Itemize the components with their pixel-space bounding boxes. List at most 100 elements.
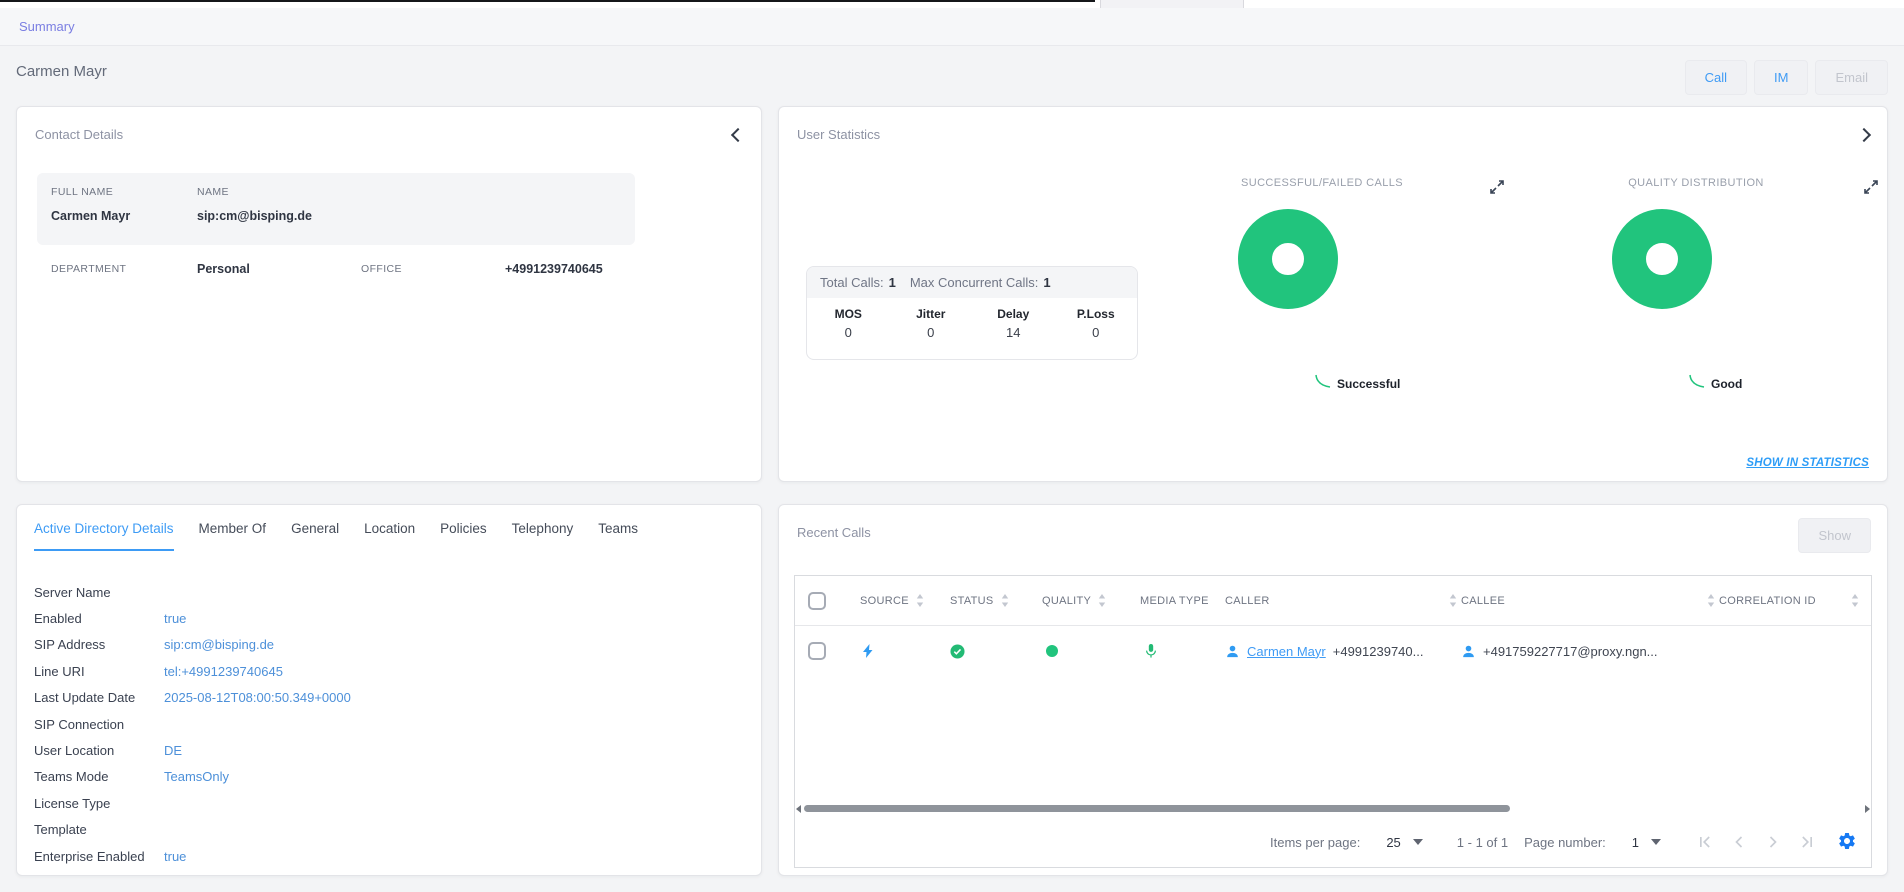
sort-icon — [1707, 594, 1715, 607]
items-per-page-label: Items per page: — [1270, 835, 1360, 850]
donut-label-successful: Successful — [1337, 377, 1400, 391]
office-label: OFFICE — [361, 263, 505, 275]
jitter-label: Jitter — [890, 307, 973, 321]
table-row[interactable]: Carmen Mayr +4991239740... +491759227717… — [795, 626, 1871, 676]
callee-address: +491759227717@proxy.ngn... — [1483, 644, 1658, 659]
previous-page-button[interactable] — [1729, 832, 1749, 852]
callout-line — [1687, 374, 1709, 390]
ploss-value: 0 — [1055, 325, 1138, 340]
range-indicator: 1 - 1 of 1 — [1457, 835, 1508, 850]
scroll-right-arrow-icon[interactable] — [1865, 805, 1870, 813]
quality-metrics: MOS0 Jitter0 Delay14 P.Loss0 — [807, 298, 1137, 360]
expand-chart-icon[interactable] — [1489, 179, 1505, 195]
contact-details-card: Contact Details FULL NAME Carmen Mayr NA… — [16, 106, 762, 482]
call-button[interactable]: Call — [1685, 60, 1747, 95]
status-success-icon — [950, 644, 965, 659]
chevron-left-icon — [731, 128, 745, 142]
pagination-bar: Items per page: 25 1 - 1 of 1 Page numbe… — [795, 817, 1871, 867]
quality-good-dot-icon — [1046, 645, 1058, 657]
chart-title: QUALITY DISTRIBUTION — [1551, 177, 1841, 189]
microphone-icon — [1144, 643, 1158, 659]
column-header-status[interactable]: STATUS — [931, 594, 1023, 607]
contact-primary-box: FULL NAME Carmen Mayr NAME sip:cm@bispin… — [37, 173, 635, 245]
details-tab-bar: Active Directory Details Member Of Gener… — [34, 521, 638, 551]
field-label: Line URI — [34, 664, 164, 679]
top-edge-line — [0, 0, 1095, 2]
table-header-row: SOURCE STATUS QUALITY MEDIA TYPE CALLER … — [795, 576, 1871, 626]
column-header-caller[interactable]: CALLER — [1221, 594, 1457, 607]
successful-failed-calls-chart: SUCCESSFUL/FAILED CALLS Successful — [1177, 177, 1467, 437]
field-row: Enabledtrue — [34, 605, 747, 631]
user-details-card: Active Directory Details Member Of Gener… — [16, 504, 762, 876]
delay-value: 14 — [972, 325, 1055, 340]
first-page-button[interactable] — [1695, 832, 1715, 852]
select-all-checkbox[interactable] — [808, 592, 826, 610]
page-number-value[interactable]: 1 — [1632, 835, 1639, 850]
field-label: Enabled — [34, 611, 164, 626]
field-label: SIP Address — [34, 637, 164, 652]
field-row: Template — [34, 817, 747, 843]
im-button[interactable]: IM — [1754, 60, 1808, 95]
recent-calls-table: SOURCE STATUS QUALITY MEDIA TYPE CALLER … — [794, 575, 1872, 868]
field-value: tel:+4991239740645 — [164, 664, 283, 679]
scroll-left-arrow-icon[interactable] — [796, 805, 801, 813]
show-button[interactable]: Show — [1798, 518, 1871, 553]
recent-calls-card: Recent Calls Show SOURCE STATUS QUALITY … — [778, 504, 1888, 876]
tab-policies[interactable]: Policies — [440, 521, 487, 551]
next-page-button[interactable] — [1763, 832, 1783, 852]
office-value: +4991239740645 — [505, 262, 603, 276]
user-statistics-card: User Statistics Total Calls: 1 Max Concu… — [778, 106, 1888, 482]
sort-icon — [1449, 594, 1457, 607]
table-settings-gear-icon[interactable] — [1837, 831, 1857, 854]
tab-telephony[interactable]: Telephony — [512, 521, 574, 551]
field-label: Template — [34, 822, 164, 837]
collapse-panel-button[interactable] — [733, 127, 743, 145]
quality-distribution-chart: QUALITY DISTRIBUTION Good — [1551, 177, 1841, 437]
items-per-page-caret-icon[interactable] — [1413, 839, 1423, 845]
field-label: Last Update Date — [34, 690, 164, 705]
page-title-user-name: Carmen Mayr — [16, 63, 107, 80]
field-label: Teams Mode — [34, 769, 164, 784]
header-actions: Call IM Email — [1685, 60, 1888, 95]
field-row: SIP Connection — [34, 711, 747, 737]
items-per-page-value[interactable]: 25 — [1386, 835, 1400, 850]
scrollbar-thumb[interactable] — [804, 805, 1510, 812]
jitter-value: 0 — [890, 325, 973, 340]
tab-active-directory-details[interactable]: Active Directory Details — [34, 521, 174, 551]
sort-icon — [1851, 594, 1859, 607]
column-header-media-type[interactable]: MEDIA TYPE — [1121, 595, 1221, 607]
tab-general[interactable]: General — [291, 521, 339, 551]
delay-label: Delay — [972, 307, 1055, 321]
field-value: true — [164, 611, 186, 626]
column-header-source[interactable]: SOURCE — [841, 594, 931, 607]
max-concurrent-value: 1 — [1043, 275, 1050, 290]
callout-line — [1313, 374, 1335, 390]
person-icon — [1461, 644, 1476, 659]
email-button[interactable]: Email — [1815, 60, 1888, 95]
column-header-callee[interactable]: CALLEE — [1457, 594, 1715, 607]
full-name-value: Carmen Mayr — [51, 209, 130, 223]
field-label: User Location — [34, 743, 164, 758]
tab-summary[interactable]: Summary — [19, 19, 75, 34]
horizontal-scrollbar[interactable] — [798, 805, 1868, 813]
department-label: DEPARTMENT — [51, 263, 197, 275]
row-checkbox[interactable] — [808, 642, 826, 660]
call-totals-box: Total Calls: 1 Max Concurrent Calls: 1 M… — [806, 266, 1138, 360]
ploss-label: P.Loss — [1055, 307, 1138, 321]
page-number-caret-icon[interactable] — [1651, 839, 1661, 845]
last-page-button[interactable] — [1797, 832, 1817, 852]
expand-chart-icon[interactable] — [1863, 179, 1879, 195]
caller-name-link[interactable]: Carmen Mayr — [1247, 644, 1326, 659]
column-header-correlation-id[interactable]: CORRELATION ID — [1715, 594, 1871, 607]
tab-teams[interactable]: Teams — [598, 521, 638, 551]
column-header-quality[interactable]: QUALITY — [1023, 594, 1121, 607]
show-in-statistics-link[interactable]: SHOW IN STATISTICS — [1746, 457, 1869, 469]
sort-icon — [916, 594, 924, 607]
active-directory-fields: Server Name Enabledtrue SIP Addresssip:c… — [34, 579, 747, 869]
field-label: Server Name — [34, 585, 164, 600]
field-value: TeamsOnly — [164, 769, 229, 784]
contact-details-title: Contact Details — [35, 127, 123, 142]
tab-location[interactable]: Location — [364, 521, 415, 551]
expand-panel-button[interactable] — [1859, 127, 1869, 145]
tab-member-of[interactable]: Member Of — [199, 521, 267, 551]
